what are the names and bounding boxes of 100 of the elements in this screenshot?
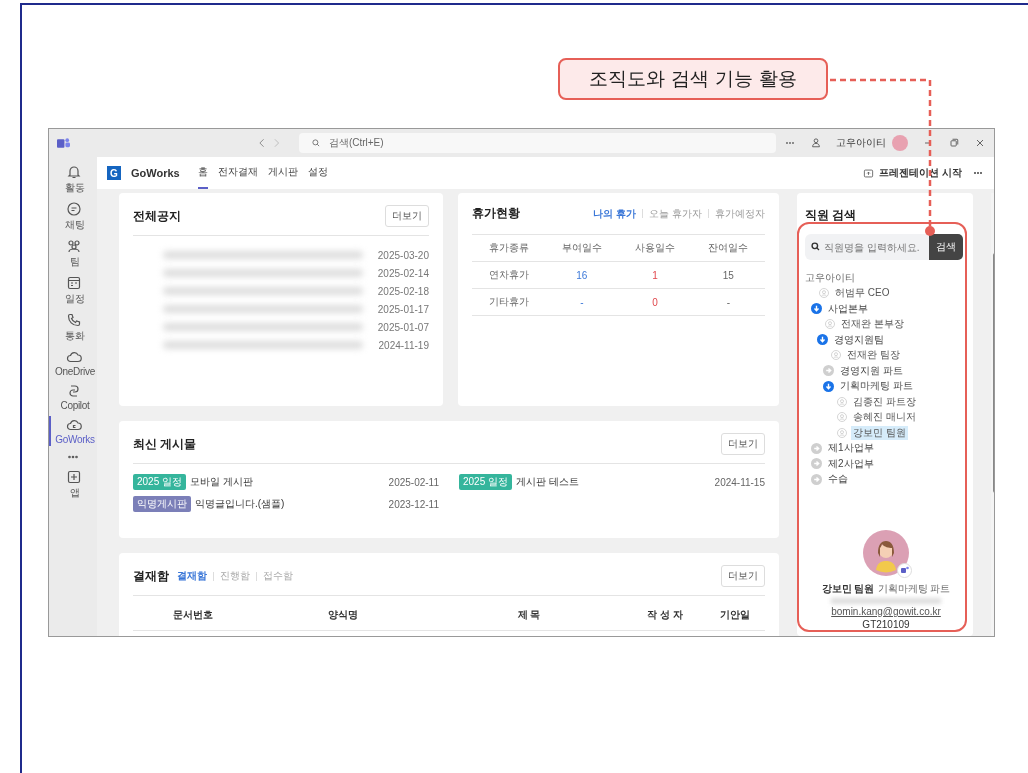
more-button[interactable]: 더보기: [721, 565, 765, 587]
table-cell: 16: [545, 261, 619, 289]
rail-item[interactable]: Copilot: [49, 382, 97, 412]
card-title: 최신 게시물: [133, 435, 197, 453]
org-tree-item[interactable]: 전재완 본부장: [839, 317, 906, 332]
rail-item[interactable]: 앱: [49, 468, 97, 501]
rail-item[interactable]: 팀: [49, 237, 97, 270]
collapsed-arrow-icon[interactable]: [811, 458, 822, 470]
rail-item[interactable]: 활동: [49, 163, 97, 196]
org-tree-item[interactable]: 수습: [826, 472, 850, 487]
rail-item[interactable]: 일정: [49, 274, 97, 307]
org-tree-item[interactable]: 김종진 파트장: [851, 394, 918, 409]
rail-item[interactable]: 통화: [49, 311, 97, 344]
expanded-arrow-icon[interactable]: [817, 334, 828, 346]
nav-tab[interactable]: 게시판: [267, 157, 298, 189]
back-icon[interactable]: [258, 138, 266, 148]
collapsed-arrow-icon[interactable]: [811, 442, 822, 454]
more-button[interactable]: 더보기: [384, 205, 429, 227]
avatar-drawing: [863, 530, 909, 576]
cloud-icon: [66, 417, 82, 433]
search-icon: [810, 241, 821, 252]
person-icon: [837, 396, 847, 407]
calendar-icon: [66, 275, 82, 291]
person-icon: [837, 427, 847, 438]
rail-item[interactable]: GoWorks: [49, 416, 97, 446]
teams-badge-icon: [897, 563, 912, 578]
filter-tab[interactable]: 나의 휴가: [593, 206, 637, 221]
org-tree-item[interactable]: 송혜진 매니저: [851, 410, 918, 425]
post-title[interactable]: 모바일 게시판: [190, 475, 253, 489]
expanded-arrow-icon[interactable]: [823, 380, 834, 392]
person-icon: [831, 350, 841, 361]
card-title: 휴가현황: [471, 205, 520, 222]
nav-tab[interactable]: 전자결재: [217, 157, 258, 189]
column-header: 양식명: [327, 608, 359, 622]
column-header: 문서번호: [172, 608, 214, 622]
search-button[interactable]: 검색: [929, 234, 963, 260]
notice-date: 2025-01-17: [377, 303, 429, 315]
table-cell: -: [545, 288, 619, 316]
person-icon: [825, 319, 835, 330]
panel-title: 직원 검색: [805, 207, 858, 224]
collapsed-arrow-icon[interactable]: [811, 473, 822, 485]
table-cell: 기타휴가: [471, 288, 546, 316]
filter-tab[interactable]: 결재함: [177, 569, 207, 583]
plus-square-icon: [66, 469, 82, 485]
post-date: 2023-12-11: [388, 498, 439, 510]
category-tag: 익명게시판: [133, 496, 191, 512]
org-tree-item[interactable]: 경영지원 파트: [838, 363, 905, 378]
post-title[interactable]: 게시판 테스트: [516, 475, 579, 489]
search-field[interactable]: 검색(Ctrl+E): [298, 133, 776, 153]
category-tag: 2025 일정: [133, 474, 187, 490]
close-icon: [974, 137, 986, 149]
org-tree-item[interactable]: 사업본부: [826, 301, 870, 316]
loop-icon: [66, 383, 82, 399]
org-tree-item[interactable]: 강보민 팀원: [851, 425, 908, 440]
org-tree-item[interactable]: 허범무 CEO: [833, 286, 892, 301]
app-name: GoWorks: [131, 167, 180, 179]
column-header: 기안일: [719, 608, 751, 622]
card-title: 결재함: [133, 567, 169, 585]
more-button[interactable]: 더보기: [721, 433, 765, 455]
forward-icon[interactable]: [273, 138, 281, 148]
table-cell: -: [691, 288, 765, 316]
post-title[interactable]: 익명글입니다.(샘플): [195, 497, 285, 511]
column-header: 부여일수: [545, 234, 619, 262]
notice-date: 2025-03-20: [377, 249, 429, 261]
employee-id: GT210109: [862, 619, 910, 630]
share-screen-icon: [863, 167, 875, 179]
nav-tab[interactable]: 홈: [197, 157, 208, 189]
org-tree-item[interactable]: 고우아이티: [803, 270, 857, 285]
employee-name: 강보민 팀원 기획마케팅 파트: [821, 582, 951, 596]
table-cell: 1: [618, 261, 692, 289]
rail-item[interactable]: OneDrive: [49, 348, 97, 378]
search-field[interactable]: 직원명을 입력하세요.: [805, 234, 929, 260]
table-cell: 연차휴가: [471, 261, 546, 289]
teams-logo-icon: [57, 137, 70, 149]
post-date: 2025-02-11: [388, 476, 439, 488]
org-tree-item[interactable]: 제2사업부: [826, 456, 876, 471]
search-icon: [310, 138, 321, 148]
org-tree-item[interactable]: 기획마케팅 파트: [838, 379, 915, 394]
column-header: 제 목: [516, 608, 542, 622]
people-icon: [66, 238, 82, 254]
person-icon: [837, 412, 847, 423]
user-avatar[interactable]: [892, 135, 908, 151]
notice-date: 2025-01-07: [377, 321, 429, 333]
email-link[interactable]: bomin.kang@gowit.co.kr: [831, 606, 941, 617]
nav-tab[interactable]: 설정: [307, 157, 328, 189]
person-icon: [819, 288, 829, 299]
org-tree-item[interactable]: 제1사업부: [826, 441, 876, 456]
restore-icon: [948, 137, 960, 149]
scrollbar[interactable]: [991, 193, 994, 636]
org-tree-item[interactable]: 경영지원팀: [832, 332, 886, 347]
notice-date: 2025-02-18: [377, 285, 429, 297]
expanded-arrow-icon[interactable]: [811, 303, 822, 315]
chat-icon: [66, 201, 82, 217]
card-title: 전체공지: [133, 207, 181, 225]
column-header: 작 성 자: [646, 608, 684, 622]
column-header: 사용일수: [618, 234, 692, 262]
notice-date: 2025-02-14: [377, 267, 429, 279]
person-icon: [810, 137, 822, 149]
rail-item[interactable]: 채팅: [49, 200, 97, 233]
org-tree-item[interactable]: 전재완 팀장: [845, 348, 902, 363]
